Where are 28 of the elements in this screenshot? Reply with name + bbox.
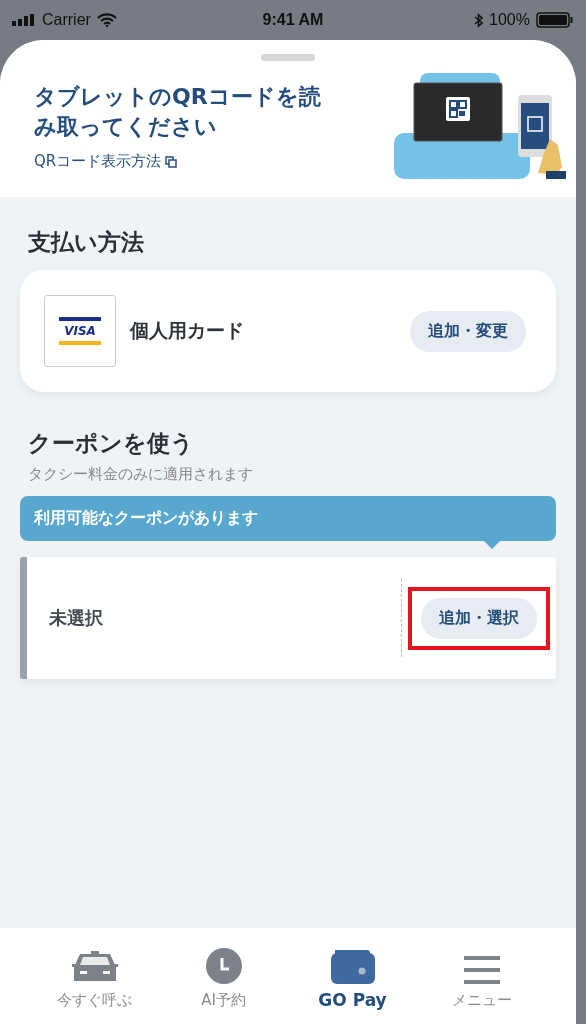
coupon-available-banner: 利用可能なクーポンがあります <box>20 496 556 541</box>
drag-handle[interactable] <box>261 54 315 61</box>
battery-icon <box>536 12 574 28</box>
clock-icon <box>204 947 243 985</box>
card-name: 個人用カード <box>130 318 245 343</box>
copy-icon <box>165 155 178 168</box>
coupon-heading: クーポンを使う <box>28 429 195 458</box>
tab-item[interactable]: 今すぐ呼ぶ <box>39 928 150 1024</box>
tab-item[interactable]: GO Pay <box>297 928 408 1024</box>
qr-help-link[interactable]: QRコード表示方法 <box>34 152 339 171</box>
add-change-button[interactable]: 追加・変更 <box>410 310 526 352</box>
signal-icon <box>12 14 36 26</box>
bluetooth-icon <box>474 12 484 28</box>
menu-icon <box>463 955 500 985</box>
carrier-name: Carrier <box>42 11 91 29</box>
add-select-button[interactable]: 追加・選択 <box>421 597 537 639</box>
status-time: 9:41 AM <box>262 11 324 29</box>
coupon-note: タクシー料金のみに適用されます <box>28 465 254 484</box>
tab-item[interactable]: メニュー <box>426 928 537 1024</box>
wifi-icon <box>96 13 117 27</box>
battery-percent: 100% <box>489 11 530 29</box>
wallet-icon <box>330 950 375 984</box>
banner-pointer <box>484 541 500 549</box>
visa-card-logo: VISA <box>44 295 116 367</box>
qr-instruction-title: タブレットのQRコードを読み取ってください <box>34 83 322 141</box>
payment-heading: 支払い方法 <box>28 228 145 257</box>
coupon-value: 未選択 <box>48 606 104 630</box>
tab-item[interactable]: AI予約 <box>168 928 279 1024</box>
